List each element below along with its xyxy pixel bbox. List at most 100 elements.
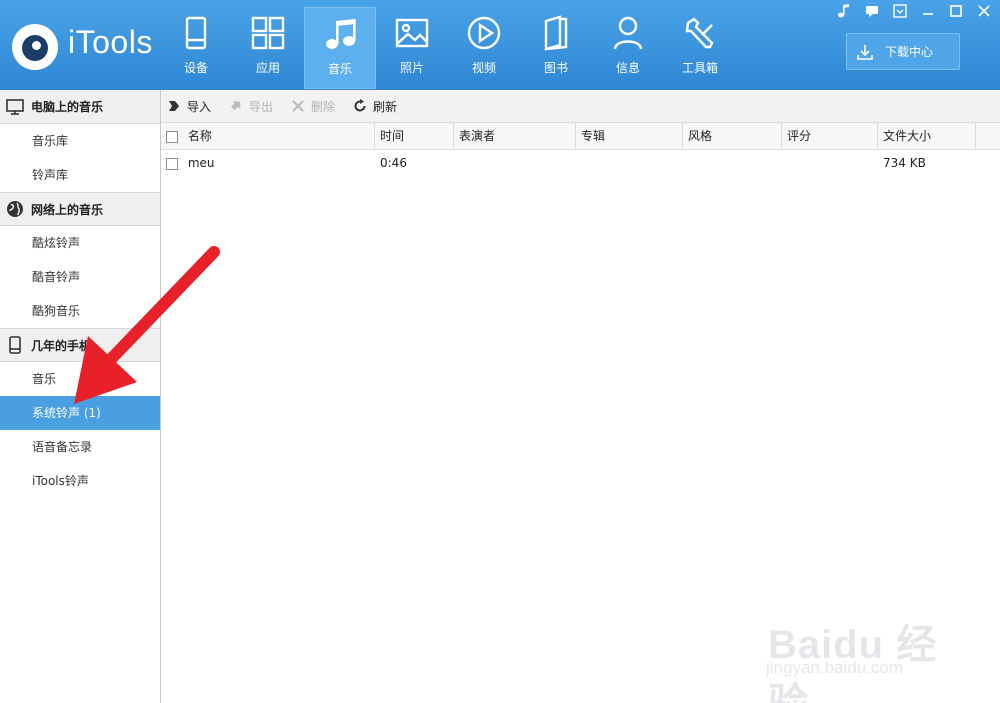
delete-label: 删除	[311, 99, 336, 114]
nav-label: 设备	[183, 61, 208, 75]
column-album[interactable]: 专辑	[576, 123, 683, 150]
section-title: 电脑上的音乐	[31, 100, 104, 114]
sidebar-item-itools-ringtones[interactable]: iTools铃声	[0, 464, 160, 498]
cell-artist	[454, 150, 576, 176]
cell-rating	[782, 150, 878, 176]
music-note-icon	[838, 4, 849, 18]
cell-time: 0:46	[380, 156, 407, 170]
player-button[interactable]	[834, 3, 854, 19]
contacts-icon	[613, 16, 643, 50]
export-button[interactable]: 导出	[229, 98, 273, 115]
column-rating[interactable]: 评分	[782, 123, 878, 150]
nav-device[interactable]: 设备	[160, 7, 232, 89]
export-label: 导出	[249, 99, 274, 114]
nav-label: 照片	[399, 61, 424, 75]
section-phone: 几年的手机	[0, 328, 160, 362]
nav-toolbox[interactable]: 工具箱	[664, 7, 736, 89]
refresh-icon	[354, 99, 366, 112]
menu-button[interactable]	[890, 3, 910, 19]
sidebar-item-music-library[interactable]: 音乐库	[0, 124, 160, 158]
phone-icon	[9, 336, 21, 354]
nav-label: 图书	[543, 61, 568, 75]
watermark-sub: jingyan.baidu.com	[766, 658, 904, 677]
nav-label: 音乐	[327, 62, 352, 76]
nav-photos[interactable]: 照片	[376, 7, 448, 89]
import-button[interactable]: 导入	[167, 98, 211, 115]
download-icon	[857, 44, 873, 60]
cell-album	[576, 150, 683, 176]
main-nav: 设备 应用 音乐 照片 视频 图书 信息 工具箱	[160, 0, 736, 90]
section-online-music: 网络上的音乐	[0, 192, 160, 226]
minimize-button[interactable]	[918, 3, 938, 19]
select-all-checkbox[interactable]	[166, 130, 178, 143]
nav-label: 信息	[615, 61, 640, 75]
delete-button[interactable]: 删除	[291, 98, 335, 115]
cell-size: 734 KB	[883, 156, 926, 170]
section-title: 几年的手机	[31, 338, 92, 353]
delete-icon	[292, 100, 304, 112]
sidebar-item-voice-memos[interactable]: 语音备忘录	[0, 430, 160, 464]
cell-name: meu	[161, 150, 375, 176]
window-controls	[834, 3, 994, 19]
refresh-button[interactable]: 刷新	[353, 98, 397, 115]
export-icon	[231, 101, 241, 111]
import-icon	[169, 101, 179, 111]
sidebar-item-kuxuan-ringtones[interactable]: 酷炫铃声	[0, 226, 160, 260]
baidu-watermark: Baidu 经验 jingyan.baidu.com	[760, 600, 960, 703]
column-artist[interactable]: 表演者	[454, 123, 576, 150]
video-icon	[467, 16, 501, 50]
sidebar-item-kuyin-ringtones[interactable]: 酷音铃声	[0, 260, 160, 294]
sidebar-item-ringtone-library[interactable]: 铃声库	[0, 158, 160, 192]
column-name[interactable]: 名称	[161, 123, 375, 150]
section-computer-music: 电脑上的音乐	[0, 90, 160, 124]
header-bar: iTools 设备 应用 音乐 照片 视频 图书 信息 工具箱 下载中心	[0, 0, 1000, 90]
close-icon	[978, 5, 990, 17]
feedback-button[interactable]	[862, 3, 882, 19]
nav-label: 视频	[471, 61, 496, 75]
book-icon	[544, 15, 568, 51]
column-genre[interactable]: 风格	[683, 123, 782, 150]
sidebar: 电脑上的音乐 音乐库 铃声库 网络上的音乐 酷炫铃声 酷音铃声 酷狗音乐 几年的…	[0, 90, 161, 703]
dropdown-icon	[893, 4, 907, 18]
maximize-icon	[950, 5, 962, 17]
import-label: 导入	[187, 99, 212, 114]
sidebar-item-phone-music[interactable]: 音乐	[0, 362, 160, 396]
nav-apps[interactable]: 应用	[232, 7, 304, 89]
close-button[interactable]	[974, 3, 994, 19]
music-icon	[326, 19, 356, 49]
device-icon	[185, 16, 207, 50]
refresh-label: 刷新	[373, 99, 398, 114]
logo-icon	[12, 24, 58, 70]
app-name: iTools	[68, 24, 153, 60]
table-header: 名称 时间 表演者 专辑 风格 评分 文件大小	[161, 123, 1000, 150]
globe-icon	[7, 201, 23, 217]
itools-window: iTools 设备 应用 音乐 照片 视频 图书 信息 工具箱 下载中心 电脑上…	[0, 0, 1000, 703]
apps-icon	[251, 16, 285, 50]
column-time[interactable]: 时间	[375, 123, 454, 150]
row-checkbox[interactable]	[166, 157, 178, 170]
column-size[interactable]: 文件大小	[878, 123, 976, 150]
app-logo: iTools	[12, 22, 162, 72]
column-label: 名称	[187, 129, 212, 143]
download-center-button[interactable]: 下载中心	[846, 33, 960, 70]
chat-icon	[866, 6, 878, 17]
download-center-label: 下载中心	[885, 45, 934, 59]
nav-label: 工具箱	[681, 61, 718, 75]
table-row[interactable]: meu 0:46 734 KB	[161, 150, 1000, 176]
minimize-icon	[923, 13, 933, 15]
nav-books[interactable]: 图书	[520, 7, 592, 89]
nav-contacts[interactable]: 信息	[592, 7, 664, 89]
track-name: meu	[187, 156, 215, 170]
monitor-icon	[6, 98, 24, 115]
cell-genre	[683, 150, 782, 176]
photo-icon	[395, 18, 429, 48]
sidebar-item-kugou-music[interactable]: 酷狗音乐	[0, 294, 160, 328]
toolbar: 导入 导出 删除 刷新	[161, 90, 1000, 123]
nav-video[interactable]: 视频	[448, 7, 520, 89]
sidebar-item-system-ringtones[interactable]: 系统铃声 (1)	[0, 396, 160, 430]
maximize-button[interactable]	[946, 3, 966, 19]
toolbox-icon	[685, 17, 714, 49]
nav-music[interactable]: 音乐	[304, 7, 376, 89]
nav-label: 应用	[255, 61, 280, 75]
section-title: 网络上的音乐	[31, 202, 104, 217]
